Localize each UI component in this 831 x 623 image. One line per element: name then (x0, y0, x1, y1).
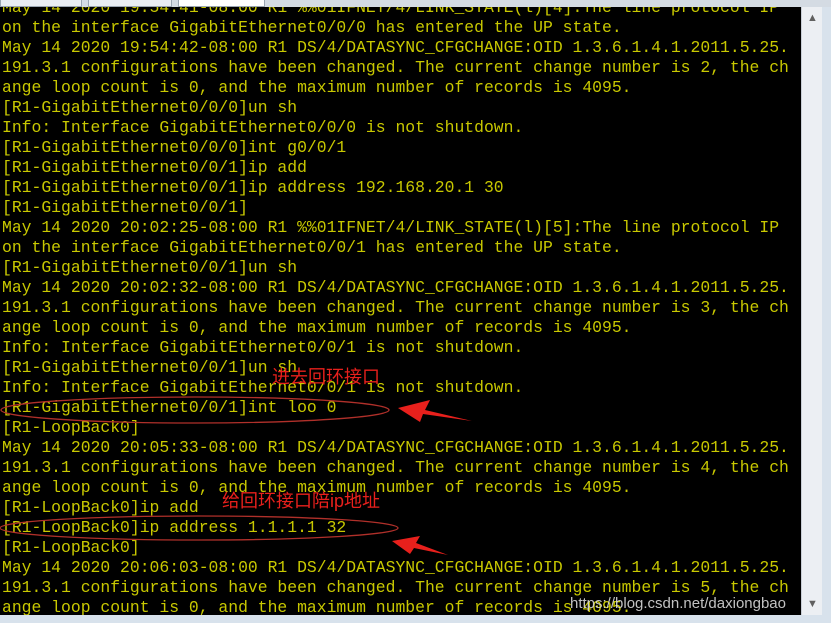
annotation-note: 进去回环接口 (272, 367, 380, 387)
highlight-ellipse (0, 396, 390, 424)
annotation-note: 给回环接口陪ip地址 (222, 491, 381, 511)
arrow-icon (392, 536, 448, 555)
arrow-icon (398, 400, 472, 422)
watermark: https://blog.csdn.net/daxiongbao (570, 595, 786, 612)
annotation-overlay (0, 396, 472, 555)
highlight-ellipse (0, 515, 399, 541)
